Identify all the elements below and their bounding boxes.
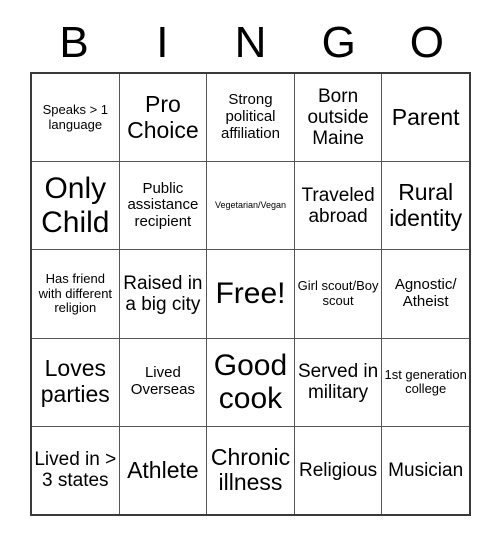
- bingo-cell-label: Has friend with different religion: [38, 271, 113, 316]
- bingo-cell[interactable]: Vegetarian/Vegan: [207, 162, 295, 250]
- bingo-free-cell[interactable]: Free!: [207, 250, 295, 338]
- bingo-cell-label: Lived in > 3 states: [34, 449, 117, 492]
- bingo-cell[interactable]: Lived in > 3 states: [32, 426, 120, 515]
- bingo-cell[interactable]: Athlete: [120, 426, 208, 515]
- bingo-cell[interactable]: Has friend with different religion: [32, 250, 120, 338]
- bingo-grid: Speaks > 1 language Pro Choice Strong poli…: [30, 72, 471, 516]
- bingo-cell-label: Speaks > 1 language: [42, 102, 108, 132]
- bingo-header-letter-b: B: [59, 18, 89, 67]
- bingo-cell[interactable]: Chronic illness: [207, 426, 295, 515]
- bingo-row: Has friend with different religion Raised…: [32, 250, 469, 339]
- bingo-cell[interactable]: Loves parties: [32, 338, 120, 426]
- bingo-header: BINGO: [30, 14, 471, 72]
- bingo-cell-label: Raised in a big city: [123, 272, 203, 315]
- bingo-cell[interactable]: Religious: [295, 426, 383, 515]
- bingo-cell[interactable]: Good cook: [207, 338, 295, 426]
- bingo-cell[interactable]: Only Child: [32, 162, 120, 250]
- bingo-cell[interactable]: Traveled abroad: [295, 162, 383, 250]
- bingo-header-letter-g: G: [321, 18, 356, 67]
- bingo-row: Loves parties Lived Overseas Good cook Serv…: [32, 338, 469, 427]
- bingo-cell-label: Rural identity: [389, 179, 463, 231]
- bingo-cell-label: Born outside Maine: [307, 85, 369, 150]
- bingo-cell-label: 1st generation college: [384, 366, 467, 397]
- bingo-header-letter-i: I: [156, 18, 169, 67]
- bingo-cell[interactable]: Pro Choice: [120, 74, 208, 162]
- bingo-cell[interactable]: Strong political affiliation: [207, 74, 295, 162]
- bingo-cell[interactable]: Agnostic/ Atheist: [382, 250, 469, 337]
- bingo-cell-label: Agnostic/ Atheist: [394, 276, 457, 310]
- bingo-header-letter-n: N: [234, 18, 267, 67]
- bingo-cell-label: Lived Overseas: [130, 364, 195, 399]
- bingo-row: Only Child Public assistance recipient Veg…: [32, 162, 469, 251]
- bingo-cell[interactable]: Lived Overseas: [120, 338, 208, 426]
- bingo-cell-label: Chronic illness: [210, 443, 291, 496]
- bingo-cell-label: Pro Choice: [127, 90, 199, 143]
- bingo-cell[interactable]: Public assistance recipient: [120, 162, 208, 250]
- bingo-cell-label: Free!: [215, 277, 286, 311]
- bingo-cell[interactable]: Girl scout/Boy scout: [295, 250, 383, 338]
- bingo-cell-label: Vegetarian/Vegan: [214, 199, 287, 210]
- bingo-cell-label: Traveled abroad: [301, 184, 375, 227]
- bingo-cell-label: Parent: [391, 103, 460, 130]
- bingo-cell-label: Athlete: [127, 456, 199, 483]
- bingo-cell-label: Good cook: [213, 348, 288, 416]
- bingo-cell-label: Only Child: [41, 172, 110, 239]
- bingo-cell-label: Girl scout/Boy scout: [297, 278, 379, 308]
- bingo-header-letter-o: O: [409, 18, 445, 67]
- bingo-cell-label: Served in military: [297, 360, 379, 404]
- bingo-cell-label: Public assistance recipient: [127, 179, 199, 231]
- bingo-cell[interactable]: Speaks > 1 language: [32, 74, 120, 162]
- bingo-cell[interactable]: Served in military: [295, 338, 383, 426]
- bingo-cell-label: Strong political affiliation: [221, 91, 280, 142]
- bingo-cell[interactable]: Musician: [382, 427, 469, 514]
- bingo-cell[interactable]: Raised in a big city: [120, 250, 208, 338]
- bingo-cell[interactable]: Parent: [382, 74, 469, 161]
- bingo-card: B I N G O Speaks > 1 language Pro Choice Stron…: [0, 0, 500, 544]
- bingo-cell-label: Religious: [299, 459, 378, 481]
- bingo-cell-label: Loves parties: [40, 355, 110, 408]
- bingo-row: Speaks > 1 language Pro Choice Strong poli…: [32, 74, 469, 163]
- bingo-cell[interactable]: 1st generation college: [382, 339, 469, 426]
- bingo-row: Lived in > 3 states Athlete Chronic illnes…: [32, 426, 469, 515]
- bingo-cell[interactable]: Born outside Maine: [295, 74, 383, 162]
- bingo-cell-label: Musician: [388, 459, 464, 481]
- bingo-cell[interactable]: Rural identity: [382, 162, 469, 249]
